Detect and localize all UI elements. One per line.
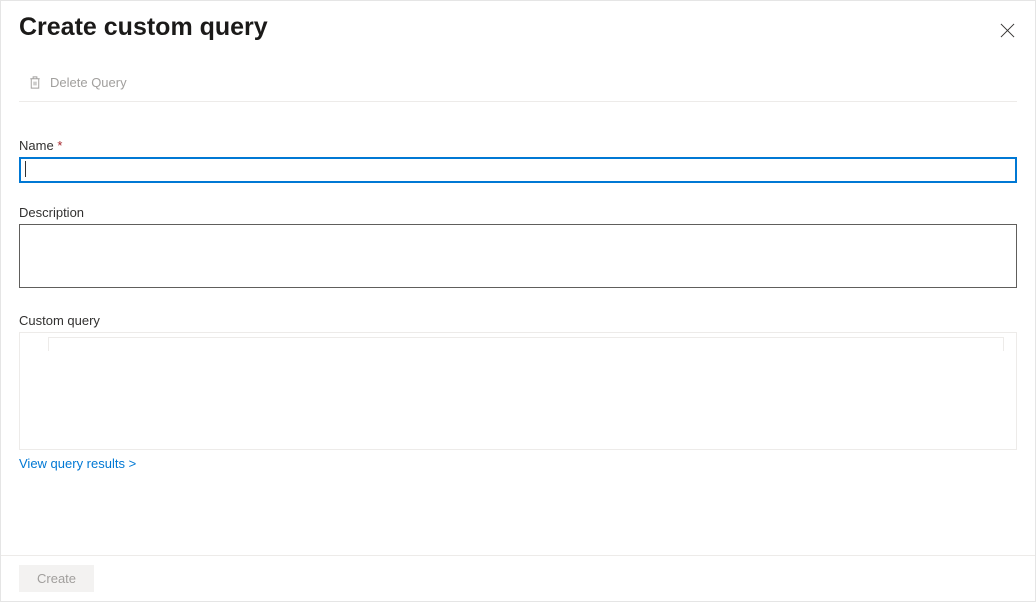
query-editor-gutter (48, 337, 1004, 351)
name-label: Name * (19, 138, 1017, 153)
trash-icon (28, 75, 42, 90)
delete-query-button[interactable]: Delete Query (19, 75, 127, 90)
name-input[interactable] (19, 157, 1017, 183)
create-query-panel: Create custom query Delete Query Name * … (1, 1, 1035, 601)
description-input[interactable] (19, 224, 1017, 288)
toolbar: Delete Query (19, 75, 1017, 102)
close-button[interactable] (996, 19, 1019, 45)
panel-footer: Create (1, 555, 1035, 601)
custom-query-editor[interactable] (19, 332, 1017, 450)
field-description: Description (19, 205, 1017, 291)
view-query-results-link[interactable]: View query results > (19, 456, 136, 471)
field-custom-query: Custom query View query results > (19, 313, 1017, 471)
custom-query-label: Custom query (19, 313, 1017, 328)
name-label-text: Name (19, 138, 54, 153)
text-caret (25, 161, 26, 177)
name-input-wrap (19, 157, 1017, 183)
field-name: Name * (19, 138, 1017, 183)
panel-title: Create custom query (19, 13, 268, 42)
required-indicator: * (57, 138, 62, 153)
close-icon (1000, 23, 1015, 38)
create-button[interactable]: Create (19, 565, 94, 592)
description-label: Description (19, 205, 1017, 220)
panel-header: Create custom query (19, 17, 1017, 45)
delete-query-label: Delete Query (50, 75, 127, 90)
